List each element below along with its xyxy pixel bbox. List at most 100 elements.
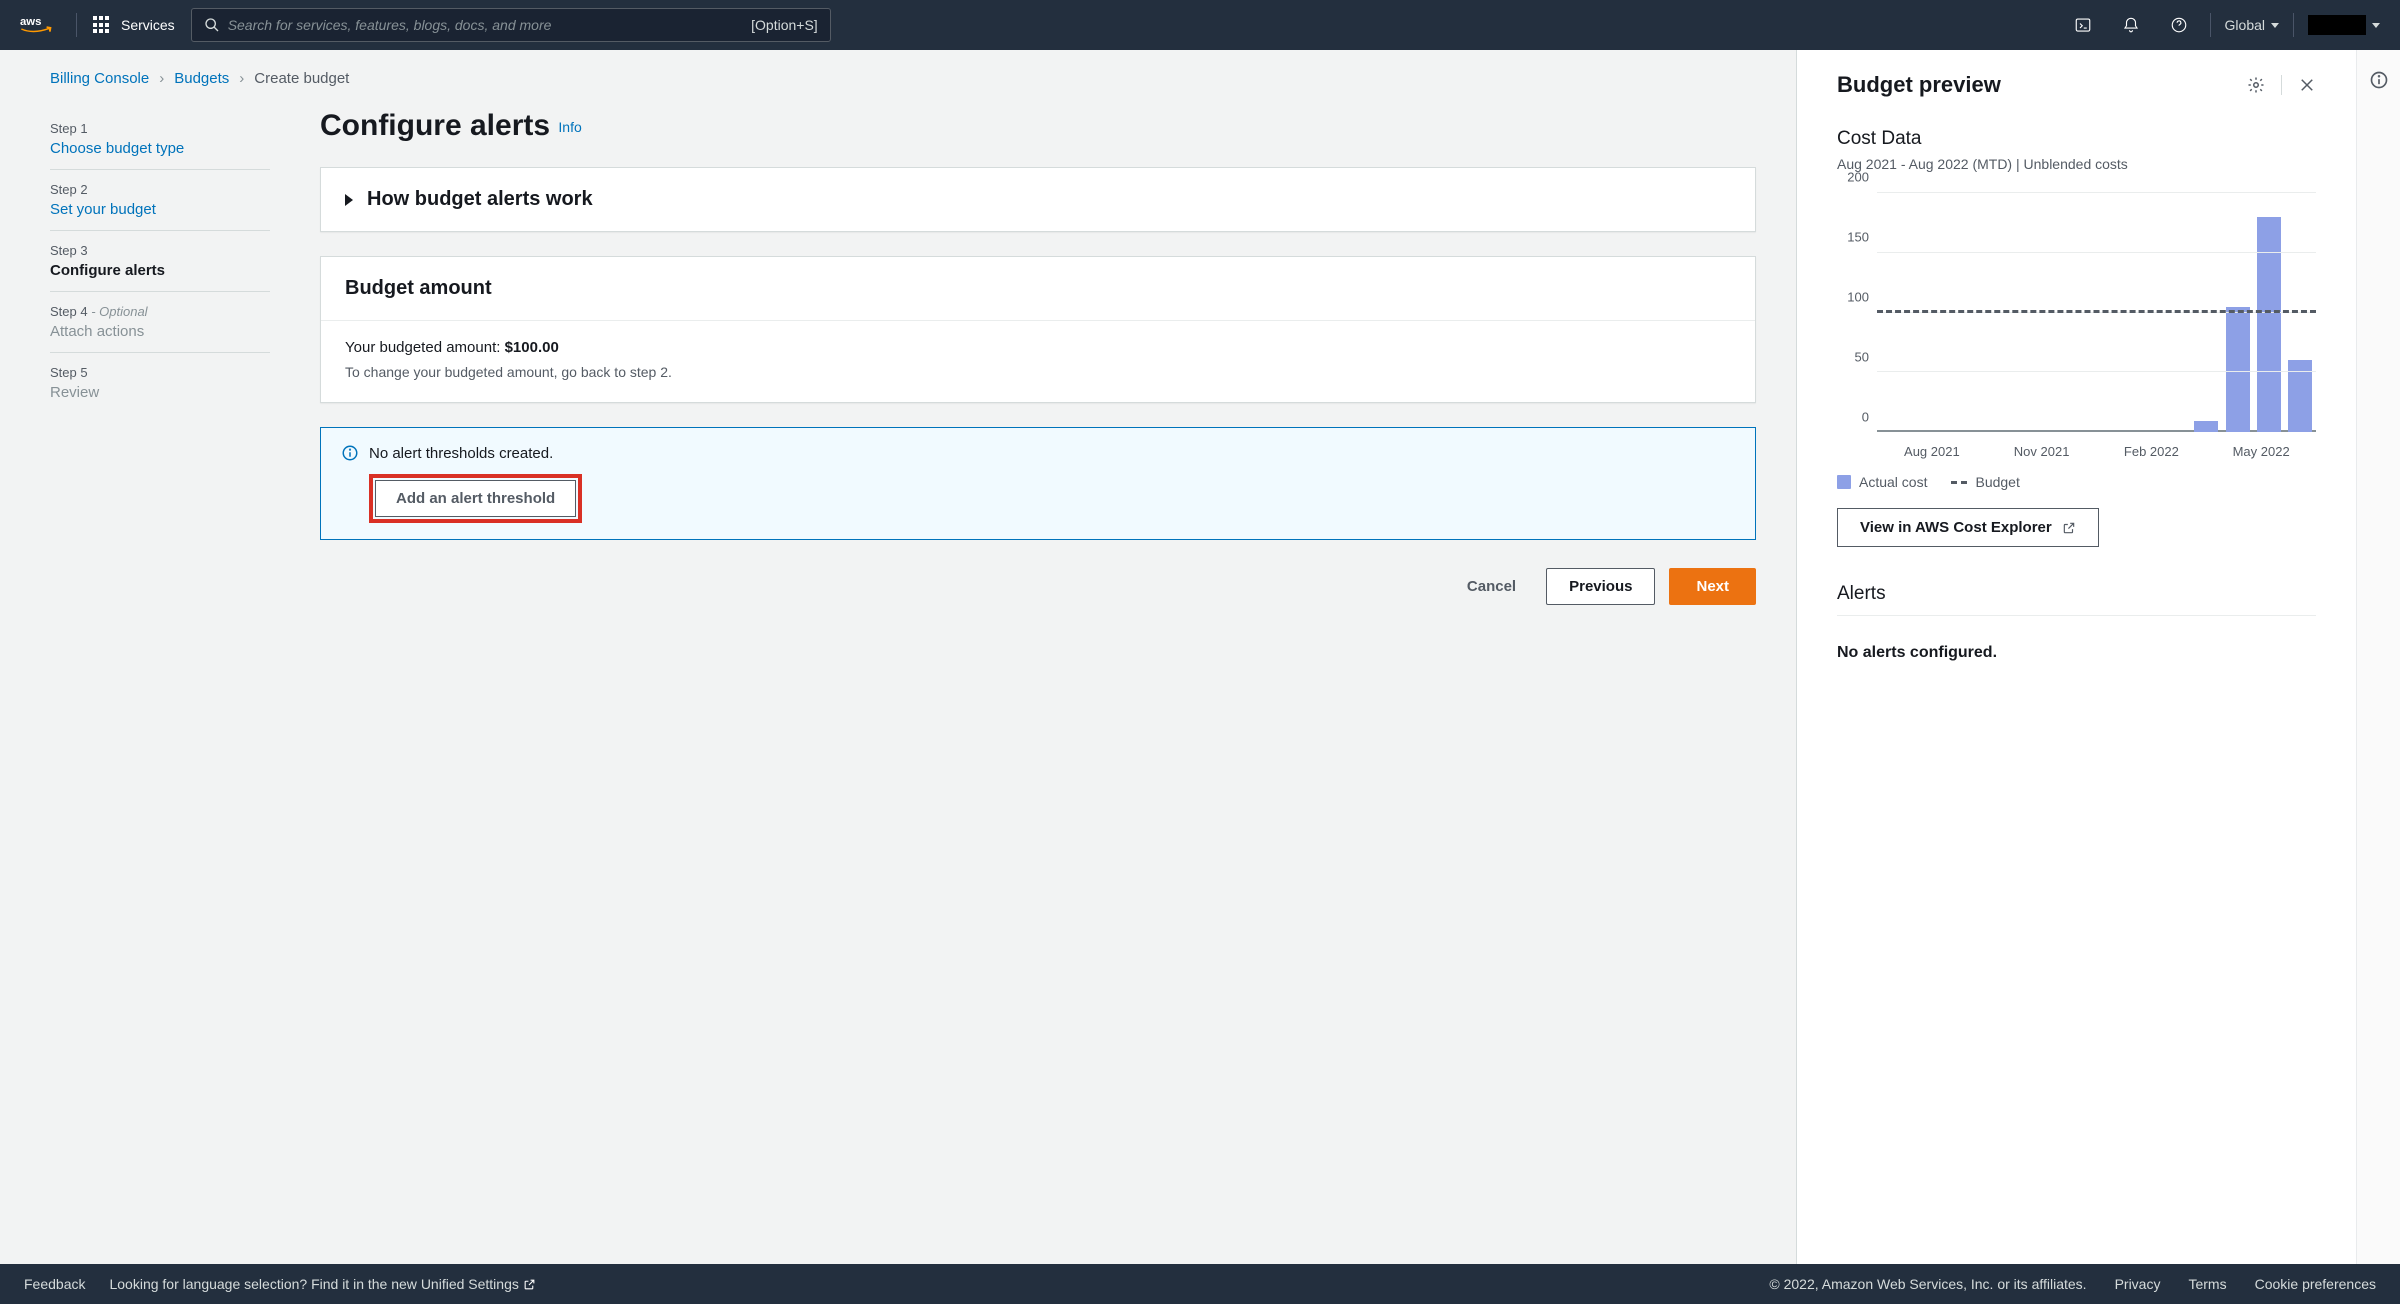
wizard-layout: Step 1 Choose budget type Step 2 Set you… bbox=[50, 109, 1756, 605]
bar-slot bbox=[2285, 193, 2316, 432]
close-icon[interactable] bbox=[2298, 76, 2316, 94]
step-link-set-budget[interactable]: Set your budget bbox=[50, 201, 270, 218]
x-tick: Aug 2021 bbox=[1877, 438, 1987, 462]
breadcrumb-budgets[interactable]: Budgets bbox=[174, 70, 229, 87]
caret-down-icon bbox=[2372, 23, 2380, 28]
cost-data-range: Aug 2021 - Aug 2022 (MTD) | Unblended co… bbox=[1837, 156, 2316, 172]
terms-link[interactable]: Terms bbox=[2188, 1276, 2226, 1292]
account-menu[interactable] bbox=[2308, 15, 2380, 35]
step-5: Step 5 Review bbox=[50, 353, 270, 413]
svg-text:aws: aws bbox=[20, 16, 41, 28]
services-menu[interactable]: Services bbox=[93, 16, 175, 34]
bar bbox=[2226, 307, 2250, 432]
bar-slot bbox=[1877, 193, 1908, 432]
no-alerts-message: No alerts configured. bbox=[1837, 644, 2316, 662]
services-label: Services bbox=[121, 17, 175, 33]
bar-slot bbox=[1940, 193, 1971, 432]
expandable-how-alerts-work[interactable]: How budget alerts work bbox=[320, 167, 1756, 232]
search-icon bbox=[204, 17, 220, 33]
bar-slot bbox=[2253, 193, 2284, 432]
x-tick: May 2022 bbox=[2206, 438, 2316, 462]
gear-icon[interactable] bbox=[2247, 76, 2265, 94]
external-link-icon bbox=[2062, 521, 2076, 535]
breadcrumb-current: Create budget bbox=[254, 70, 349, 87]
breadcrumb-billing[interactable]: Billing Console bbox=[50, 70, 149, 87]
notifications-icon[interactable] bbox=[2114, 8, 2148, 42]
legend-square-icon bbox=[1837, 475, 1851, 489]
info-link[interactable]: Info bbox=[558, 119, 581, 135]
chevron-right-icon: › bbox=[239, 70, 244, 87]
search-shortcut: [Option+S] bbox=[751, 17, 818, 33]
page-body: Billing Console › Budgets › Create budge… bbox=[0, 50, 2400, 1264]
y-tick: 50 bbox=[1855, 350, 1869, 365]
add-alert-threshold-button[interactable]: Add an alert threshold bbox=[375, 480, 576, 517]
step-label: Step 3 bbox=[50, 243, 270, 258]
cookie-preferences-link[interactable]: Cookie preferences bbox=[2255, 1276, 2376, 1292]
step-2: Step 2 Set your budget bbox=[50, 170, 270, 231]
top-nav: aws Services [Option+S] Global bbox=[0, 0, 2400, 50]
caret-down-icon bbox=[2271, 23, 2279, 28]
triangle-right-icon bbox=[345, 194, 353, 206]
nav-divider bbox=[2293, 13, 2294, 37]
bar-slot bbox=[1971, 193, 2002, 432]
previous-button[interactable]: Previous bbox=[1546, 568, 1655, 605]
breadcrumb: Billing Console › Budgets › Create budge… bbox=[50, 70, 1756, 87]
y-tick: 200 bbox=[1847, 170, 1869, 185]
footer-language-text: Looking for language selection? Find it … bbox=[109, 1276, 535, 1292]
y-tick: 150 bbox=[1847, 230, 1869, 245]
step-label: Step 1 bbox=[50, 121, 270, 136]
bar-slot bbox=[1908, 193, 1939, 432]
left-panel: Billing Console › Budgets › Create budge… bbox=[0, 50, 1796, 1264]
help-icon[interactable] bbox=[2162, 8, 2196, 42]
budget-amount-value: $100.00 bbox=[505, 339, 559, 356]
step-link-choose-type[interactable]: Choose budget type bbox=[50, 140, 270, 157]
chart-bars bbox=[1877, 193, 2316, 432]
y-tick: 100 bbox=[1847, 290, 1869, 305]
search-bar[interactable]: [Option+S] bbox=[191, 8, 831, 42]
legend-actual: Actual cost bbox=[1837, 474, 1927, 490]
info-icon bbox=[2369, 70, 2389, 90]
bar-slot bbox=[2159, 193, 2190, 432]
chart-y-axis: 050100150200 bbox=[1837, 192, 1875, 432]
bar-slot bbox=[2002, 193, 2033, 432]
section-divider bbox=[1837, 615, 2316, 616]
step-3: Step 3 Configure alerts bbox=[50, 231, 270, 292]
bar-slot bbox=[2128, 193, 2159, 432]
footer: Feedback Looking for language selection?… bbox=[0, 1264, 2400, 1304]
separator bbox=[2281, 75, 2282, 95]
nav-divider bbox=[76, 13, 77, 37]
unified-settings-link[interactable]: Unified Settings bbox=[421, 1276, 536, 1292]
copyright: © 2022, Amazon Web Services, Inc. or its… bbox=[1769, 1276, 2086, 1292]
search-input[interactable] bbox=[220, 17, 751, 33]
chevron-right-icon: › bbox=[159, 70, 164, 87]
gridline bbox=[1877, 192, 2316, 193]
budget-amount-title: Budget amount bbox=[345, 277, 1731, 300]
aws-logo[interactable]: aws bbox=[20, 13, 60, 37]
alert-message: No alert thresholds created. bbox=[369, 445, 553, 462]
budget-amount-panel: Budget amount Your budgeted amount: $100… bbox=[320, 256, 1756, 403]
info-panel-toggle[interactable] bbox=[2356, 50, 2400, 1264]
cancel-button[interactable]: Cancel bbox=[1451, 568, 1532, 605]
wizard-steps: Step 1 Choose budget type Step 2 Set you… bbox=[50, 109, 270, 413]
privacy-link[interactable]: Privacy bbox=[2115, 1276, 2161, 1292]
region-label: Global bbox=[2225, 17, 2265, 33]
y-tick: 0 bbox=[1862, 410, 1869, 425]
cost-data-heading: Cost Data bbox=[1837, 128, 2316, 150]
legend-budget: Budget bbox=[1951, 474, 2019, 490]
account-name-redacted bbox=[2308, 15, 2366, 35]
region-selector[interactable]: Global bbox=[2225, 17, 2279, 33]
x-tick: Feb 2022 bbox=[2097, 438, 2207, 462]
wizard-content: Configure alerts Info How budget alerts … bbox=[320, 109, 1756, 605]
view-cost-explorer-button[interactable]: View in AWS Cost Explorer bbox=[1837, 508, 2099, 547]
next-button[interactable]: Next bbox=[1669, 568, 1756, 605]
bar bbox=[2257, 217, 2281, 432]
bar-slot bbox=[2191, 193, 2222, 432]
cloudshell-icon[interactable] bbox=[2066, 8, 2100, 42]
budget-line bbox=[1877, 310, 2316, 313]
grid-icon bbox=[93, 16, 111, 34]
preview-header: Budget preview bbox=[1837, 72, 2316, 98]
chart-plot bbox=[1877, 192, 2316, 432]
step-disabled-attach-actions: Attach actions bbox=[50, 323, 270, 340]
step-1: Step 1 Choose budget type bbox=[50, 109, 270, 170]
feedback-link[interactable]: Feedback bbox=[24, 1276, 85, 1292]
